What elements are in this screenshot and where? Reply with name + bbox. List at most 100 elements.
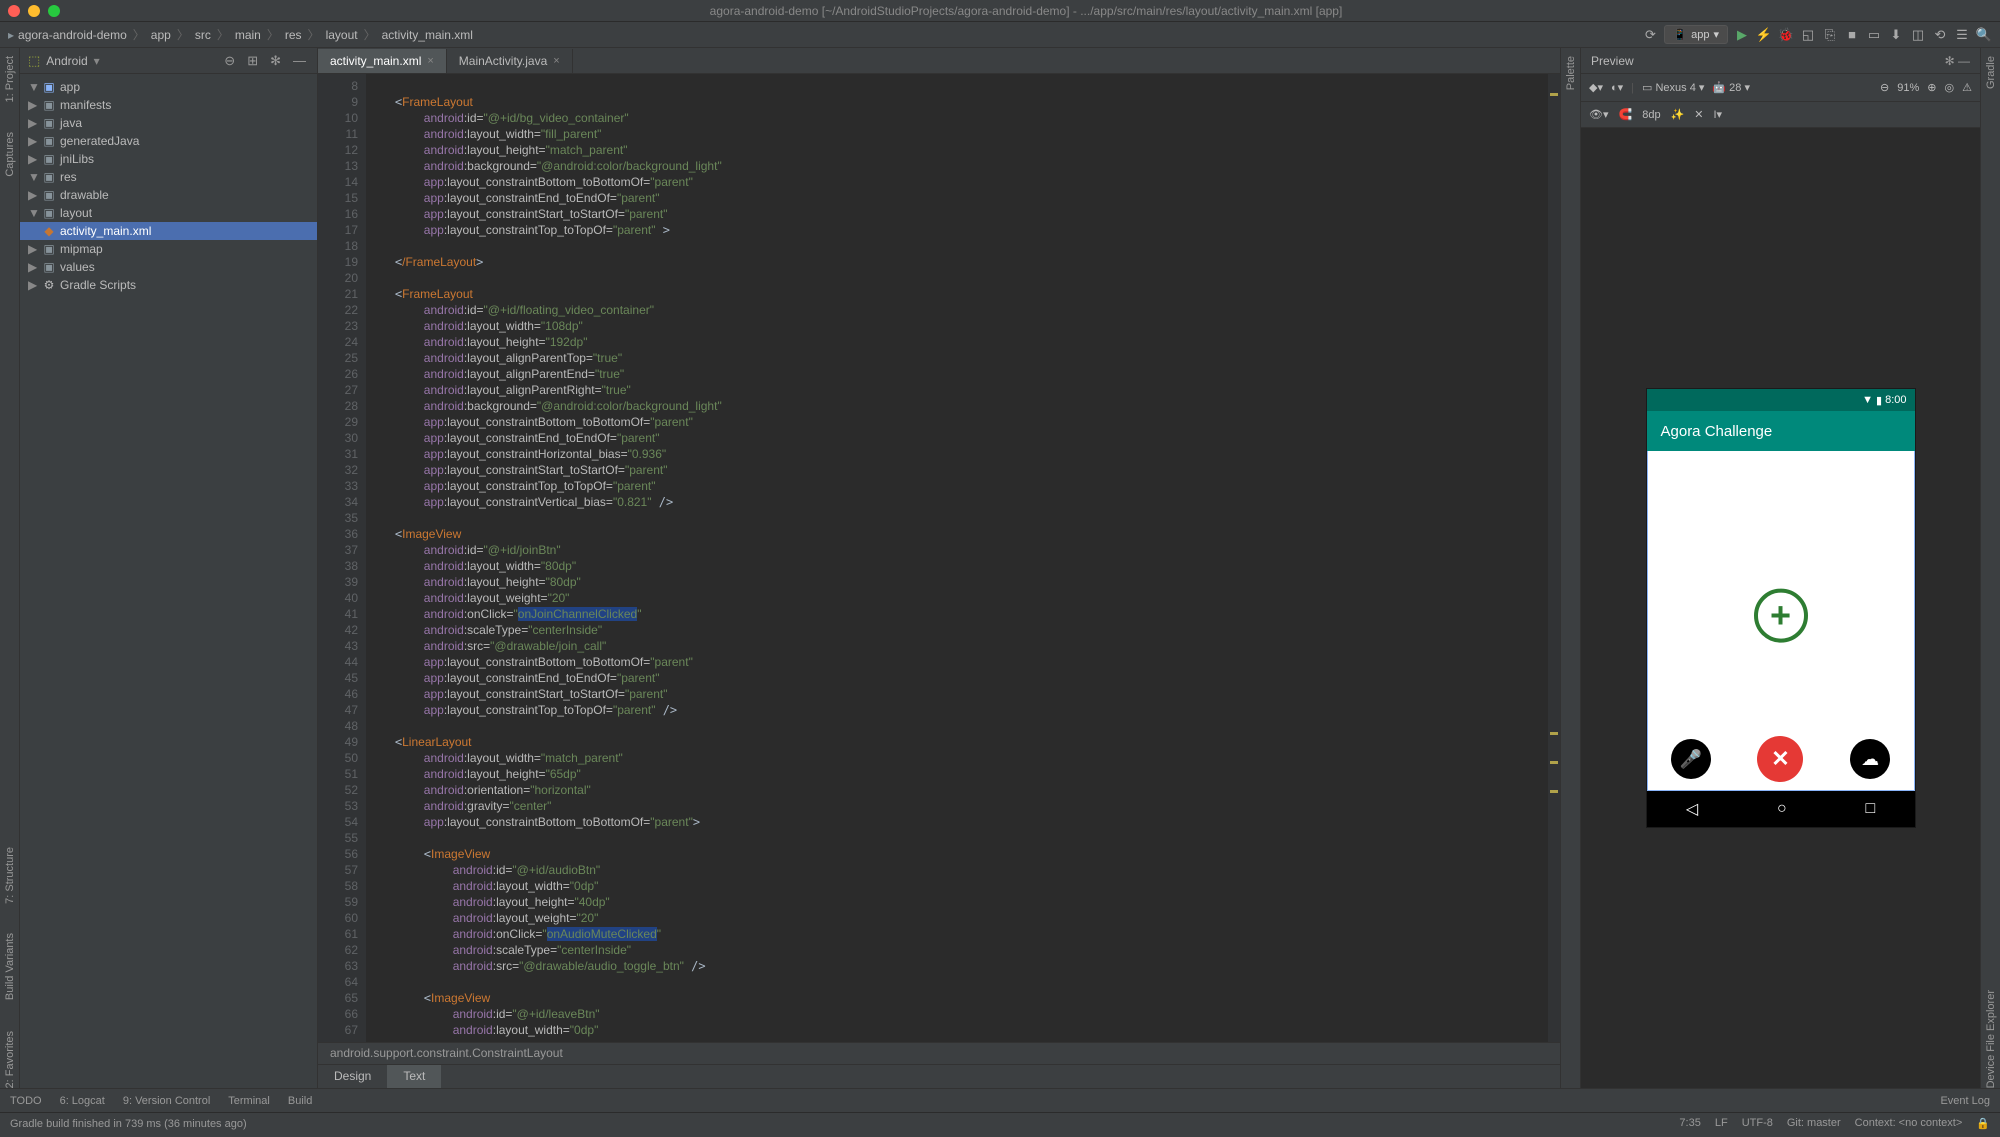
phone-content[interactable]: + 🎤 ✕ ☁ — [1647, 451, 1915, 791]
rail-device-explorer[interactable]: Device File Explorer — [1985, 990, 1997, 1088]
reformat-icon[interactable]: ⟲ — [1932, 27, 1948, 43]
device-dropdown[interactable]: ▭ Nexus 4 ▾ — [1642, 81, 1704, 94]
tab-activity-main[interactable]: activity_main.xml× — [318, 49, 447, 73]
project-tree[interactable]: ▼▣app ▶▣manifests ▶▣java ▶▣generatedJava… — [20, 74, 317, 298]
zoom-out-icon[interactable]: ⊖ — [1880, 81, 1889, 94]
eventlog-button[interactable]: Event Log — [1940, 1095, 1990, 1107]
view-options-icon[interactable]: 👁▾ — [1589, 108, 1609, 121]
git-branch[interactable]: Git: master — [1787, 1117, 1841, 1130]
todo-button[interactable]: TODO — [10, 1095, 42, 1107]
lock-icon[interactable]: 🔒 — [1976, 1117, 1990, 1130]
crumb-res[interactable]: res — [285, 28, 302, 42]
rail-build-variants[interactable]: Build Variants — [4, 933, 16, 1000]
avd-manager-icon[interactable]: ▭ — [1866, 27, 1882, 43]
crumb-app[interactable]: app — [151, 28, 171, 42]
maximize-window[interactable] — [48, 5, 60, 17]
tree-drawable[interactable]: ▶▣drawable — [20, 186, 317, 204]
editor-tabs: activity_main.xml× MainActivity.java× — [318, 48, 1560, 74]
plus-icon: + — [1770, 597, 1791, 633]
debug-icon[interactable]: 🐞 — [1778, 27, 1794, 43]
rail-palette[interactable]: Palette — [1565, 56, 1577, 90]
close-tab-icon[interactable]: × — [553, 55, 559, 67]
apply-changes-icon[interactable]: ⚡ — [1756, 27, 1772, 43]
video-off-button[interactable]: ☁ — [1850, 739, 1890, 779]
warnings-icon[interactable]: ⚠ — [1962, 81, 1972, 94]
leave-button[interactable]: ✕ — [1757, 736, 1803, 782]
design-tab[interactable]: Design — [318, 1065, 387, 1088]
tree-generatedjava[interactable]: ▶▣generatedJava — [20, 132, 317, 150]
code-content[interactable]: <FrameLayout android:id="@+id/bg_video_c… — [366, 74, 1548, 1042]
rail-structure[interactable]: 7: Structure — [4, 847, 16, 904]
orientation-dropdown[interactable]: ◐▾ — [1611, 81, 1623, 94]
rail-gradle[interactable]: Gradle — [1985, 56, 1997, 89]
preview-settings-icon[interactable]: ✻ — — [1945, 54, 1970, 68]
close-window[interactable] — [8, 5, 20, 17]
settings-icon[interactable]: ✻ — [267, 53, 284, 69]
rail-favorites[interactable]: 2: Favorites — [4, 1031, 16, 1088]
dp-value[interactable]: 8dp — [1642, 109, 1660, 121]
tree-gradle[interactable]: ▶⚙Gradle Scripts — [20, 276, 317, 294]
build-button[interactable]: Build — [288, 1095, 312, 1107]
zoom-fit-icon[interactable]: ◎ — [1945, 81, 1955, 94]
file-encoding[interactable]: UTF-8 — [1742, 1117, 1773, 1130]
cursor-position[interactable]: 7:35 — [1679, 1117, 1700, 1130]
collapse-icon[interactable]: ⊖ — [221, 53, 238, 69]
run-config-dropdown[interactable]: 📱 app ▾ — [1664, 25, 1728, 44]
mute-button[interactable]: 🎤 — [1671, 739, 1711, 779]
magnet-icon[interactable]: 🧲 — [1619, 108, 1633, 121]
tree-app[interactable]: ▼▣app — [20, 78, 317, 96]
api-dropdown[interactable]: 🤖 28 ▾ — [1712, 81, 1750, 94]
join-button[interactable]: + — [1754, 588, 1808, 642]
crumb-project[interactable]: agora-android-demo — [18, 28, 127, 42]
clear-constraints-icon[interactable]: ✕ — [1694, 108, 1703, 121]
rail-captures[interactable]: Captures — [4, 132, 16, 177]
stop-icon[interactable]: ■ — [1844, 27, 1860, 43]
context[interactable]: Context: <no context> — [1855, 1117, 1963, 1130]
tree-java[interactable]: ▶▣java — [20, 114, 317, 132]
minimize-window[interactable] — [28, 5, 40, 17]
tree-jnilibs[interactable]: ▶▣jniLibs — [20, 150, 317, 168]
layout-inspector-icon[interactable]: ◫ — [1910, 27, 1926, 43]
code-editor[interactable]: 8910111213141516171819202122232425262728… — [318, 74, 1560, 1042]
tree-mipmap[interactable]: ▶▣mipmap — [20, 240, 317, 258]
run-icon[interactable]: ▶ — [1734, 27, 1750, 43]
guidelines-icon[interactable]: I▾ — [1713, 108, 1722, 121]
line-gutter[interactable]: 8910111213141516171819202122232425262728… — [318, 74, 366, 1042]
terminal-button[interactable]: Terminal — [228, 1095, 270, 1107]
logcat-button[interactable]: 6: Logcat — [60, 1095, 105, 1107]
wand-icon[interactable]: ✨ — [1671, 108, 1685, 121]
crumb-src[interactable]: src — [195, 28, 211, 42]
marker-strip[interactable] — [1548, 74, 1560, 1042]
project-view-dropdown[interactable]: Android — [46, 54, 87, 68]
vcs-button[interactable]: 9: Version Control — [123, 1095, 210, 1107]
profile-icon[interactable]: ◱ — [1800, 27, 1816, 43]
surface-dropdown[interactable]: ◆▾ — [1589, 81, 1603, 94]
close-tab-icon[interactable]: × — [427, 55, 433, 67]
tree-manifests[interactable]: ▶▣manifests — [20, 96, 317, 114]
breadcrumb[interactable]: ▸ agora-android-demo〉 app〉 src〉 main〉 re… — [8, 26, 473, 43]
code-breadcrumb-footer[interactable]: android.support.constraint.ConstraintLay… — [318, 1042, 1560, 1064]
hide-icon[interactable]: — — [290, 53, 309, 68]
tab-mainactivity[interactable]: MainActivity.java× — [447, 49, 573, 73]
sdk-manager-icon[interactable]: ⬇ — [1888, 27, 1904, 43]
tree-values[interactable]: ▶▣values — [20, 258, 317, 276]
crumb-file[interactable]: activity_main.xml — [382, 28, 473, 42]
expand-icon[interactable]: ⊞ — [244, 53, 261, 69]
crumb-layout[interactable]: layout — [326, 28, 358, 42]
search-icon[interactable]: 🔍 — [1976, 27, 1992, 43]
back-icon[interactable]: ◁ — [1686, 799, 1698, 819]
tree-res[interactable]: ▼▣res — [20, 168, 317, 186]
tree-activity-main[interactable]: ◆activity_main.xml — [20, 222, 317, 240]
tree-layout[interactable]: ▼▣layout — [20, 204, 317, 222]
text-tab[interactable]: Text — [387, 1065, 441, 1088]
recents-icon[interactable]: □ — [1865, 800, 1875, 818]
crumb-main[interactable]: main — [235, 28, 261, 42]
project-structure-icon[interactable]: ☰ — [1954, 27, 1970, 43]
rail-project[interactable]: 1: Project — [4, 56, 16, 102]
zoom-in-icon[interactable]: ⊕ — [1927, 81, 1936, 94]
sync-icon[interactable]: ⟳ — [1642, 27, 1658, 43]
preview-canvas[interactable]: ▼ ▮ 8:00 Agora Challenge + 🎤 ✕ ☁ ◁ — [1581, 128, 1980, 1088]
home-icon[interactable]: ○ — [1777, 800, 1787, 818]
line-separator[interactable]: LF — [1715, 1117, 1728, 1130]
attach-debugger-icon[interactable]: ⎘ — [1822, 27, 1838, 43]
